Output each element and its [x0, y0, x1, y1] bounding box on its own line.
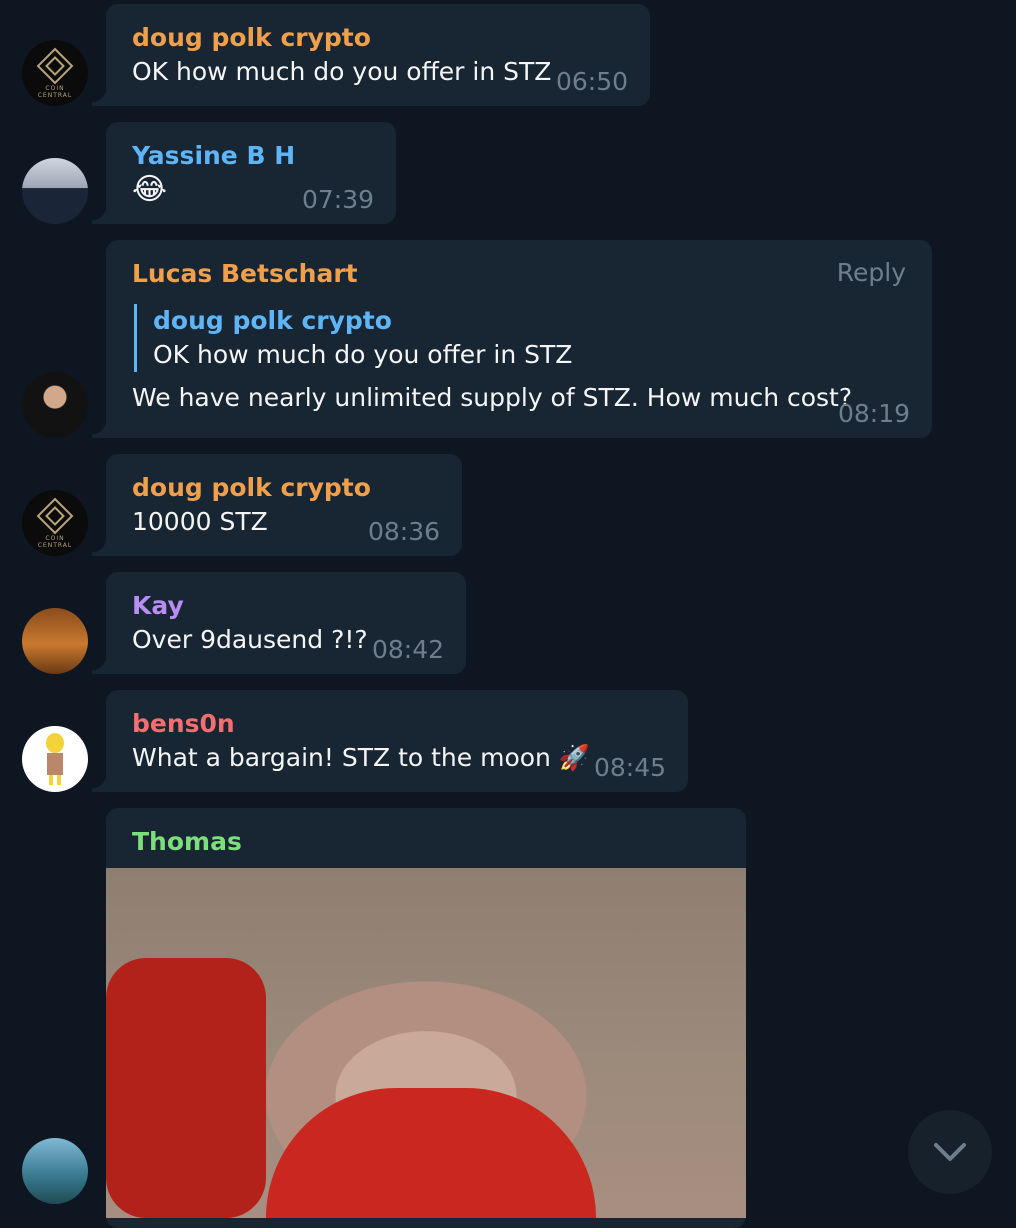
- avatar-logo-text: CENTRAL: [37, 92, 73, 99]
- sender-name[interactable]: bens0n: [132, 708, 664, 740]
- avatar[interactable]: [22, 1138, 88, 1204]
- avatar[interactable]: COIN CENTRAL: [22, 40, 88, 106]
- message-bubble[interactable]: Kay Over 9dausend ?!? 08:42: [92, 572, 466, 674]
- avatar-logo-text: COIN: [45, 535, 65, 542]
- message-bubble[interactable]: bens0n What a bargain! STZ to the moon 🚀…: [92, 690, 688, 792]
- message-text: What a bargain! STZ to the moon 🚀: [132, 743, 590, 772]
- avatar-logo-text: COIN: [45, 85, 65, 92]
- gif-media[interactable]: [106, 868, 746, 1218]
- message-time: 08:42: [371, 635, 444, 664]
- message-time: 08:45: [593, 753, 666, 782]
- avatar-logo-text: CENTRAL: [37, 542, 73, 549]
- scroll-to-bottom-button[interactable]: [908, 1110, 992, 1194]
- message-bubble[interactable]: Yassine B H 😂 07:39: [92, 122, 396, 224]
- sender-name[interactable]: Lucas Betschart: [132, 258, 908, 290]
- message-text: OK how much do you offer in STZ: [132, 57, 552, 86]
- sender-name[interactable]: Yassine B H: [132, 140, 372, 172]
- message-bubble[interactable]: doug polk crypto OK how much do you offe…: [92, 4, 650, 106]
- sender-name[interactable]: doug polk crypto: [132, 472, 438, 504]
- coin-central-logo-icon: [36, 497, 74, 535]
- avatar[interactable]: [22, 608, 88, 674]
- message-bubble[interactable]: Lucas Betschart Reply doug polk crypto O…: [92, 240, 932, 438]
- avatar[interactable]: [22, 372, 88, 438]
- quoted-message[interactable]: doug polk crypto OK how much do you offe…: [134, 304, 908, 372]
- cartoon-character-icon: [46, 733, 64, 785]
- reply-button[interactable]: Reply: [837, 258, 906, 287]
- message-time: 08:19: [837, 399, 910, 428]
- quoted-sender: doug polk crypto: [153, 306, 392, 335]
- message-time: 07:39: [301, 185, 374, 214]
- message-time: 08:36: [367, 517, 440, 546]
- message-text: We have nearly unlimited supply of STZ. …: [132, 383, 853, 412]
- quoted-text: OK how much do you offer in STZ: [153, 340, 573, 369]
- avatar[interactable]: [22, 726, 88, 792]
- message-bubble[interactable]: doug polk crypto 10000 STZ 08:36: [92, 454, 462, 556]
- avatar[interactable]: [22, 158, 88, 224]
- sender-name[interactable]: Thomas: [132, 826, 242, 858]
- chevron-down-icon: [934, 1143, 966, 1161]
- coin-central-logo-icon: [36, 47, 74, 85]
- sender-name[interactable]: doug polk crypto: [132, 22, 626, 54]
- avatar[interactable]: COIN CENTRAL: [22, 490, 88, 556]
- message-time: 06:50: [555, 67, 628, 96]
- sender-name[interactable]: Kay: [132, 590, 442, 622]
